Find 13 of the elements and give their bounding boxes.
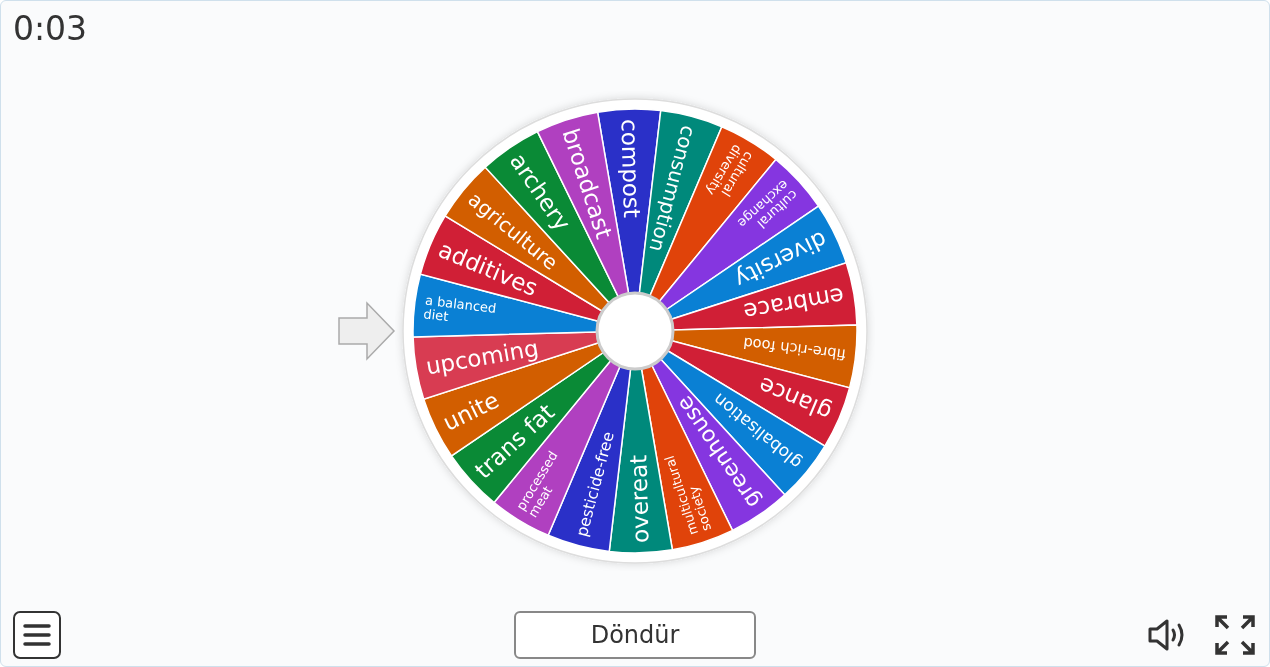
segment-label: unite xyxy=(438,386,503,436)
segment-label: upcoming xyxy=(423,334,541,380)
segment-label: overeat xyxy=(625,454,654,543)
segment-label: a balanced diet xyxy=(422,291,498,324)
segment-label: fibre-rich food xyxy=(742,334,847,364)
menu-button[interactable] xyxy=(13,611,61,659)
segment-label: compost xyxy=(616,118,645,218)
segment-label: embrace xyxy=(741,281,847,325)
menu-icon xyxy=(22,622,52,648)
pointer-arrow-icon xyxy=(337,300,397,361)
timer: 0:03 xyxy=(13,9,88,48)
spin-button[interactable]: Döndür xyxy=(514,611,756,659)
fullscreen-icon[interactable] xyxy=(1213,613,1257,657)
